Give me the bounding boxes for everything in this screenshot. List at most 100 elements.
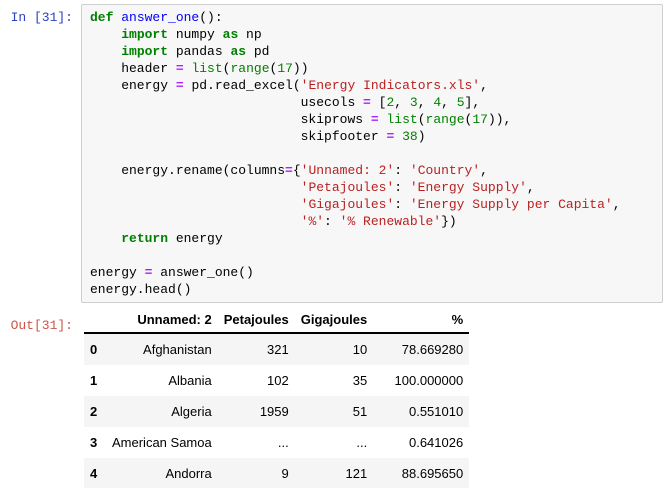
table-cell: 0.641026 bbox=[373, 427, 469, 458]
code-line: def answer_one(): bbox=[90, 9, 658, 26]
code-line: energy = answer_one() bbox=[90, 264, 658, 281]
table-cell: Afghanistan bbox=[106, 333, 218, 365]
code-token: ) bbox=[418, 129, 426, 144]
header-row: Unnamed: 2PetajoulesGigajoules% bbox=[84, 308, 469, 333]
code-token: '% Renewable' bbox=[340, 214, 441, 229]
code-line: header = list(range(17)) bbox=[90, 60, 658, 77]
table-cell: 121 bbox=[295, 458, 373, 488]
code-line: 'Petajoules': 'Energy Supply', bbox=[90, 179, 658, 196]
code-token: , bbox=[394, 95, 410, 110]
code-line: skipfooter = 38) bbox=[90, 128, 658, 145]
code-token: '%' bbox=[301, 214, 324, 229]
code-token: energy bbox=[168, 231, 223, 246]
table-cell: Andorra bbox=[106, 458, 218, 488]
table-row: 1Albania10235100.000000 bbox=[84, 365, 469, 396]
code-line: '%': '% Renewable'}) bbox=[90, 213, 658, 230]
dataframe-table: Unnamed: 2PetajoulesGigajoules% 0Afghani… bbox=[84, 308, 469, 488]
table-cell: 78.669280 bbox=[373, 333, 469, 365]
code-token bbox=[90, 27, 121, 42]
code-token: 17 bbox=[277, 61, 293, 76]
table-cell: 0.551010 bbox=[373, 396, 469, 427]
table-cell: 35 bbox=[295, 365, 373, 396]
code-token bbox=[90, 44, 121, 59]
code-line: usecols = [2, 3, 4, 5], bbox=[90, 94, 658, 111]
table-cell: 9 bbox=[218, 458, 295, 488]
dataframe-header: Unnamed: 2PetajoulesGigajoules% bbox=[84, 308, 469, 333]
code-token: list bbox=[386, 112, 417, 127]
code-token: as bbox=[230, 44, 246, 59]
column-header: Petajoules bbox=[218, 308, 295, 333]
output-content: Unnamed: 2PetajoulesGigajoules% 0Afghani… bbox=[73, 308, 671, 488]
code-token bbox=[394, 129, 402, 144]
code-line: return energy bbox=[90, 230, 658, 247]
table-cell: 1959 bbox=[218, 396, 295, 427]
code-line: 'Gigajoules': 'Energy Supply per Capita'… bbox=[90, 196, 658, 213]
code-token: as bbox=[223, 27, 239, 42]
code-token: skiprows bbox=[90, 112, 371, 127]
code-token: header bbox=[90, 61, 176, 76]
row-index-cell: 3 bbox=[84, 427, 106, 458]
code-token: 'Unnamed: 2' bbox=[301, 163, 395, 178]
notebook: In [31]: def answer_one(): import numpy … bbox=[0, 0, 671, 488]
output-cell: Out[31]: Unnamed: 2PetajoulesGigajoules%… bbox=[0, 308, 671, 488]
table-cell: 88.695650 bbox=[373, 458, 469, 488]
code-line: skiprows = list(range(17)), bbox=[90, 111, 658, 128]
input-prompt: In [31]: bbox=[0, 4, 73, 303]
code-token: pandas bbox=[168, 44, 230, 59]
code-token: : bbox=[324, 214, 340, 229]
code-token: 3 bbox=[410, 95, 418, 110]
code-line: import pandas as pd bbox=[90, 43, 658, 60]
code-token: pd.read_excel( bbox=[184, 78, 301, 93]
code-line bbox=[90, 247, 658, 264]
row-index-cell: 0 bbox=[84, 333, 106, 365]
code-token: import bbox=[121, 44, 168, 59]
code-token: 'Gigajoules' bbox=[301, 197, 395, 212]
code-line: energy = pd.read_excel('Energy Indicator… bbox=[90, 77, 658, 94]
code-token: )), bbox=[488, 112, 511, 127]
code-token: = bbox=[371, 112, 379, 127]
code-token: , bbox=[418, 95, 434, 110]
table-cell: ... bbox=[218, 427, 295, 458]
code-token: 'Energy Indicators.xls' bbox=[301, 78, 480, 93]
code-token: 'Energy Supply' bbox=[410, 180, 527, 195]
code-token: : bbox=[394, 180, 410, 195]
code-token: , bbox=[527, 180, 535, 195]
table-cell: 10 bbox=[295, 333, 373, 365]
code-token: range bbox=[426, 112, 465, 127]
row-index-cell: 2 bbox=[84, 396, 106, 427]
code-token: , bbox=[480, 78, 488, 93]
table-cell: 321 bbox=[218, 333, 295, 365]
column-header: % bbox=[373, 308, 469, 333]
code-cell[interactable]: def answer_one(): import numpy as np imp… bbox=[81, 4, 663, 303]
code-token: usecols bbox=[90, 95, 363, 110]
code-token: )) bbox=[293, 61, 309, 76]
code-token: range bbox=[230, 61, 269, 76]
code-token: [ bbox=[371, 95, 387, 110]
code-token: skipfooter bbox=[90, 129, 386, 144]
code-lines: def answer_one(): import numpy as np imp… bbox=[90, 9, 658, 298]
dataframe-body: 0Afghanistan3211078.6692801Albania102351… bbox=[84, 333, 469, 488]
code-token: 'Energy Supply per Capita' bbox=[410, 197, 613, 212]
table-row: 3American Samoa......0.641026 bbox=[84, 427, 469, 458]
table-cell: Albania bbox=[106, 365, 218, 396]
code-token: 5 bbox=[457, 95, 465, 110]
code-token: = bbox=[285, 163, 293, 178]
code-token: energy.head() bbox=[90, 282, 191, 297]
table-row: 2Algeria1959510.551010 bbox=[84, 396, 469, 427]
code-token: , bbox=[480, 163, 488, 178]
code-line: import numpy as np bbox=[90, 26, 658, 43]
code-token: answer_one() bbox=[152, 265, 253, 280]
column-header: Unnamed: 2 bbox=[106, 308, 218, 333]
code-token: : bbox=[394, 163, 410, 178]
column-header: Gigajoules bbox=[295, 308, 373, 333]
code-token bbox=[90, 214, 301, 229]
index-header-cell bbox=[84, 308, 106, 333]
code-token: ( bbox=[418, 112, 426, 127]
code-token: = bbox=[176, 78, 184, 93]
code-token: , bbox=[613, 197, 621, 212]
table-cell: 100.000000 bbox=[373, 365, 469, 396]
code-token: energy bbox=[90, 78, 176, 93]
code-token: energy.rename(columns bbox=[90, 163, 285, 178]
code-token: energy bbox=[90, 265, 145, 280]
table-cell: American Samoa bbox=[106, 427, 218, 458]
